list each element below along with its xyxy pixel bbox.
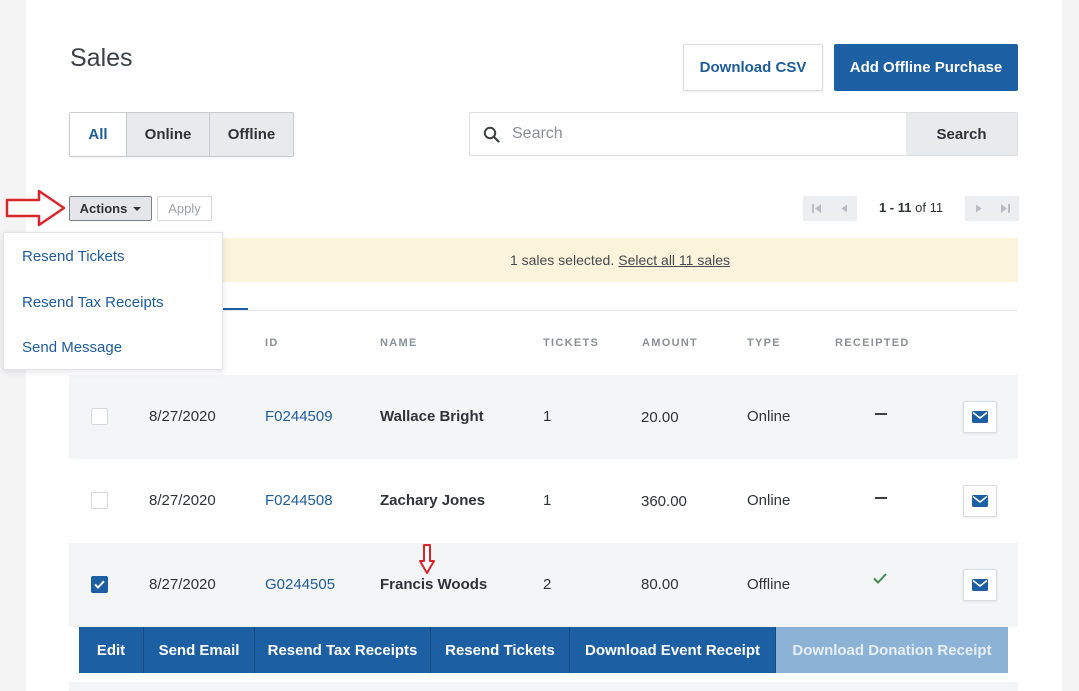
row-type: Offline bbox=[747, 576, 791, 593]
search-input[interactable] bbox=[512, 113, 906, 155]
column-header-id: ID bbox=[265, 337, 279, 349]
column-header-receipted: RECEIPTED bbox=[835, 337, 910, 349]
selection-banner: 1 sales selected. Select all 11 sales bbox=[222, 238, 1018, 282]
download-csv-button[interactable]: Download CSV bbox=[683, 44, 823, 91]
send-email-button[interactable]: Send Email bbox=[144, 627, 255, 673]
filter-tabs: All Online Offline bbox=[69, 112, 294, 157]
pager-total: 11 bbox=[929, 200, 944, 215]
row-id-link[interactable]: F0244509 bbox=[265, 408, 333, 425]
annotation-arrow-right-icon bbox=[5, 188, 67, 233]
filter-online[interactable]: Online bbox=[126, 113, 209, 156]
last-page-icon[interactable] bbox=[992, 196, 1019, 221]
search-icon bbox=[470, 113, 512, 155]
row-amount: 80.00 bbox=[641, 576, 679, 593]
row-amount: 20.00 bbox=[641, 409, 679, 426]
filter-all[interactable]: All bbox=[70, 113, 126, 156]
column-header-amount: AMOUNT bbox=[642, 337, 699, 349]
column-header-name: NAME bbox=[380, 337, 418, 349]
edit-button[interactable]: Edit bbox=[79, 627, 144, 673]
menu-item-send-message[interactable]: Send Message bbox=[22, 339, 122, 356]
row-checkbox[interactable] bbox=[91, 408, 108, 425]
actions-dropdown-button[interactable]: Actions bbox=[69, 196, 152, 221]
apply-button[interactable]: Apply bbox=[157, 196, 212, 221]
envelope-icon bbox=[972, 579, 988, 591]
download-event-receipt-button[interactable]: Download Event Receipt bbox=[570, 627, 776, 673]
annotation-arrow-down-icon bbox=[419, 544, 435, 579]
column-header-tickets: TICKETS bbox=[543, 337, 600, 349]
search-button[interactable]: Search bbox=[906, 113, 1017, 155]
select-all-link[interactable]: Select all 11 sales bbox=[618, 252, 730, 268]
add-offline-purchase-button[interactable]: Add Offline Purchase bbox=[834, 44, 1018, 91]
actions-menu: Resend Tickets Resend Tax Receipts Send … bbox=[3, 232, 223, 370]
first-page-icon[interactable] bbox=[803, 196, 830, 221]
row-checkbox-checked[interactable] bbox=[91, 576, 108, 593]
resend-tax-receipts-button[interactable]: Resend Tax Receipts bbox=[255, 627, 431, 673]
not-receipted-dash-icon bbox=[875, 413, 887, 415]
receipted-check-icon bbox=[873, 571, 887, 588]
search-bar: Search bbox=[469, 112, 1018, 156]
filter-offline[interactable]: Offline bbox=[209, 113, 293, 156]
row-type: Online bbox=[747, 492, 791, 509]
resend-tickets-button[interactable]: Resend Tickets bbox=[431, 627, 570, 673]
table-row-partial bbox=[69, 682, 1018, 691]
download-donation-receipt-button[interactable]: Download Donation Receipt bbox=[776, 627, 1008, 673]
row-date: 8/27/2020 bbox=[149, 408, 216, 425]
row-type: Online bbox=[747, 408, 791, 425]
column-header-type: TYPE bbox=[747, 337, 781, 349]
selection-count-text: 1 sales selected. bbox=[509, 252, 615, 268]
page-title: Sales bbox=[70, 44, 133, 72]
row-checkbox[interactable] bbox=[91, 492, 108, 509]
menu-item-resend-tickets[interactable]: Resend Tickets bbox=[22, 248, 125, 265]
envelope-icon bbox=[972, 411, 988, 423]
table-row[interactable]: 8/27/2020 F0244509 Wallace Bright 1 20.0… bbox=[69, 375, 1018, 459]
row-id-link[interactable]: F0244508 bbox=[265, 492, 333, 509]
prev-page-icon[interactable] bbox=[830, 196, 857, 221]
divider bbox=[222, 310, 1018, 311]
row-name: Wallace Bright bbox=[380, 408, 484, 425]
table-row-selected[interactable]: 8/27/2020 G0244505 Francis Woods 2 80.00… bbox=[69, 543, 1018, 627]
caret-down-icon bbox=[133, 206, 142, 211]
row-tickets: 1 bbox=[543, 408, 552, 425]
email-button[interactable] bbox=[963, 485, 997, 517]
email-button[interactable] bbox=[963, 569, 997, 601]
row-amount: 360.00 bbox=[641, 493, 687, 510]
row-name: Zachary Jones bbox=[380, 492, 486, 509]
table-row[interactable]: 8/27/2020 F0244508 Zachary Jones 1 360.0… bbox=[69, 459, 1018, 543]
pager-status: 1 - 11 of 11 bbox=[870, 200, 952, 215]
checkmark-icon bbox=[94, 580, 105, 589]
row-date: 8/27/2020 bbox=[149, 576, 216, 593]
menu-item-resend-tax-receipts[interactable]: Resend Tax Receipts bbox=[22, 294, 163, 311]
row-tickets: 1 bbox=[543, 492, 552, 509]
row-id-link[interactable]: G0244505 bbox=[265, 576, 335, 593]
next-page-icon[interactable] bbox=[965, 196, 992, 221]
envelope-icon bbox=[972, 495, 988, 507]
not-receipted-dash-icon bbox=[875, 497, 887, 499]
row-tickets: 2 bbox=[543, 576, 552, 593]
row-date: 8/27/2020 bbox=[149, 492, 216, 509]
actions-label: Actions bbox=[79, 201, 128, 216]
pager-range: 1 - 11 bbox=[878, 200, 912, 215]
pager-of: of bbox=[915, 200, 926, 215]
email-button[interactable] bbox=[963, 401, 997, 433]
row-action-bar: Edit Send Email Resend Tax Receipts Rese… bbox=[79, 627, 1008, 673]
